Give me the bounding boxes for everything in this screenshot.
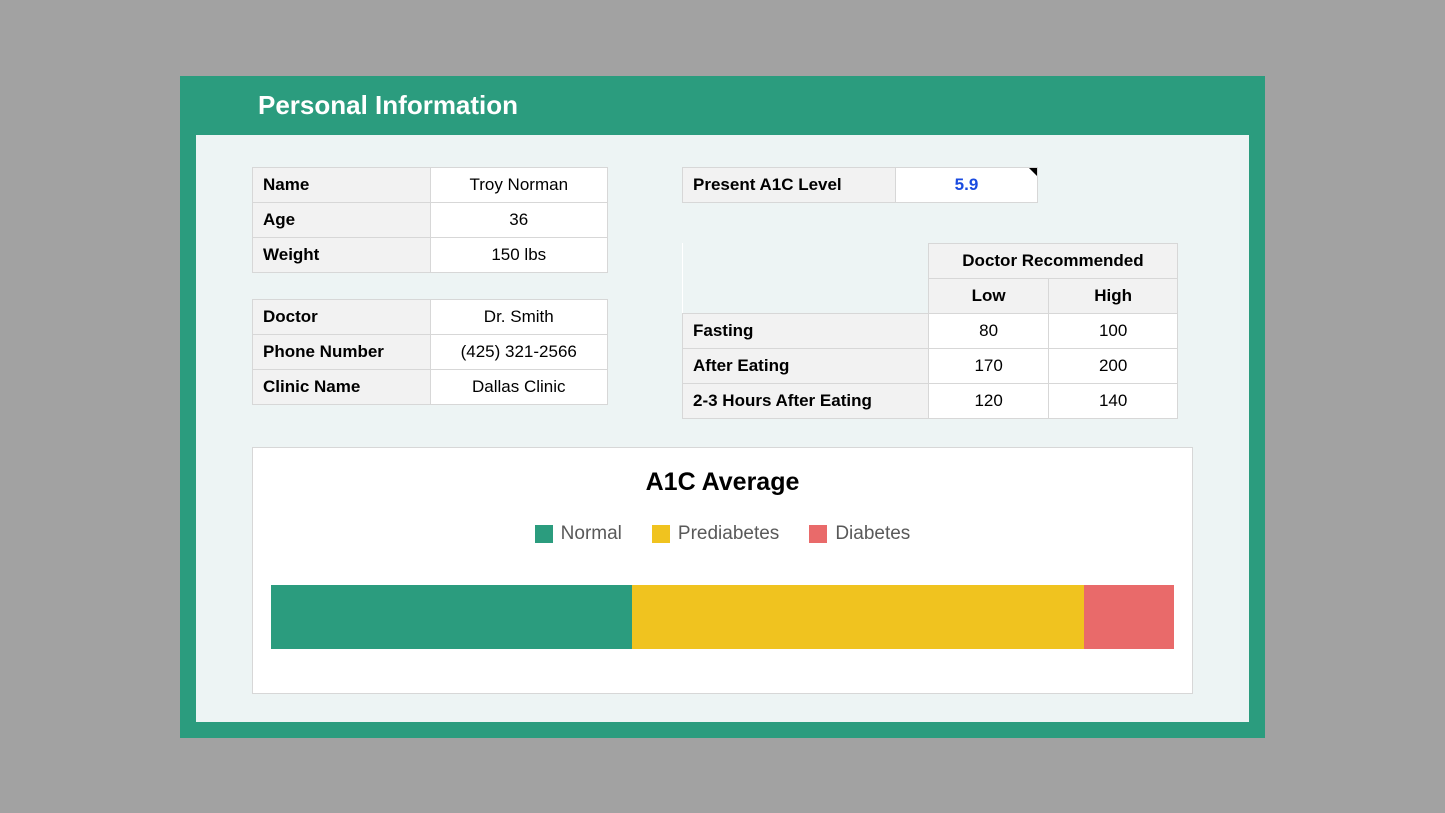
- clinic-value: Dallas Clinic: [430, 369, 608, 404]
- a1c-label: Present A1C Level: [683, 167, 896, 202]
- a1c-value-text: 5.9: [955, 175, 979, 194]
- legend-label: Normal: [561, 523, 622, 545]
- bar-segment-normal: [271, 585, 632, 649]
- age-value: 36: [430, 202, 608, 237]
- left-column: Name Troy Norman Age 36 Weight 150 lbs D…: [252, 167, 608, 431]
- right-column: Present A1C Level 5.9 Doctor Recommended: [682, 167, 1178, 431]
- card-body: Name Troy Norman Age 36 Weight 150 lbs D…: [196, 135, 1249, 722]
- low-header: Low: [928, 278, 1048, 313]
- phone-value: (425) 321-2566: [430, 334, 608, 369]
- high-value: 200: [1049, 348, 1178, 383]
- row-label: After Eating: [683, 348, 929, 383]
- name-label: Name: [253, 167, 431, 202]
- doctor-value: Dr. Smith: [430, 299, 608, 334]
- low-value: 80: [928, 313, 1048, 348]
- high-value: 100: [1049, 313, 1178, 348]
- recommended-table: Doctor Recommended Low High Fasting 80 1…: [682, 243, 1178, 419]
- high-value: 140: [1049, 383, 1178, 418]
- blank-cell: [683, 243, 929, 278]
- legend-label: Prediabetes: [678, 523, 779, 545]
- legend-item-prediabetes: Prediabetes: [652, 523, 779, 545]
- comment-indicator-icon: [1029, 168, 1037, 176]
- card-title: Personal Information: [180, 76, 1265, 135]
- high-header: High: [1049, 278, 1178, 313]
- a1c-value[interactable]: 5.9: [896, 167, 1038, 202]
- weight-value: 150 lbs: [430, 237, 608, 272]
- legend-swatch-icon: [809, 525, 827, 543]
- legend-item-diabetes: Diabetes: [809, 523, 910, 545]
- personal-info-card: Personal Information Name Troy Norman Ag…: [180, 76, 1265, 738]
- table-row: 2-3 Hours After Eating 120 140: [683, 383, 1178, 418]
- a1c-stacked-bar: [271, 585, 1174, 649]
- blank-cell: [683, 278, 929, 313]
- a1c-level-table: Present A1C Level 5.9: [682, 167, 1038, 203]
- legend-label: Diabetes: [835, 523, 910, 545]
- legend-swatch-icon: [652, 525, 670, 543]
- low-value: 170: [928, 348, 1048, 383]
- age-label: Age: [253, 202, 431, 237]
- bar-segment-prediabetes: [632, 585, 1084, 649]
- weight-label: Weight: [253, 237, 431, 272]
- phone-label: Phone Number: [253, 334, 431, 369]
- row-label: Fasting: [683, 313, 929, 348]
- legend-swatch-icon: [535, 525, 553, 543]
- table-row: Fasting 80 100: [683, 313, 1178, 348]
- bar-segment-diabetes: [1084, 585, 1174, 649]
- chart-legend: Normal Prediabetes Diabetes: [271, 523, 1174, 545]
- low-value: 120: [928, 383, 1048, 418]
- row-label: 2-3 Hours After Eating: [683, 383, 929, 418]
- recommended-header: Doctor Recommended: [928, 243, 1177, 278]
- name-value: Troy Norman: [430, 167, 608, 202]
- a1c-chart-panel: A1C Average Normal Prediabetes Diabetes: [252, 447, 1193, 694]
- doctor-label: Doctor: [253, 299, 431, 334]
- legend-item-normal: Normal: [535, 523, 622, 545]
- doctor-table: Doctor Dr. Smith Phone Number (425) 321-…: [252, 299, 608, 405]
- chart-title: A1C Average: [271, 468, 1174, 497]
- personal-table: Name Troy Norman Age 36 Weight 150 lbs: [252, 167, 608, 273]
- clinic-label: Clinic Name: [253, 369, 431, 404]
- table-row: After Eating 170 200: [683, 348, 1178, 383]
- top-row: Name Troy Norman Age 36 Weight 150 lbs D…: [252, 167, 1193, 431]
